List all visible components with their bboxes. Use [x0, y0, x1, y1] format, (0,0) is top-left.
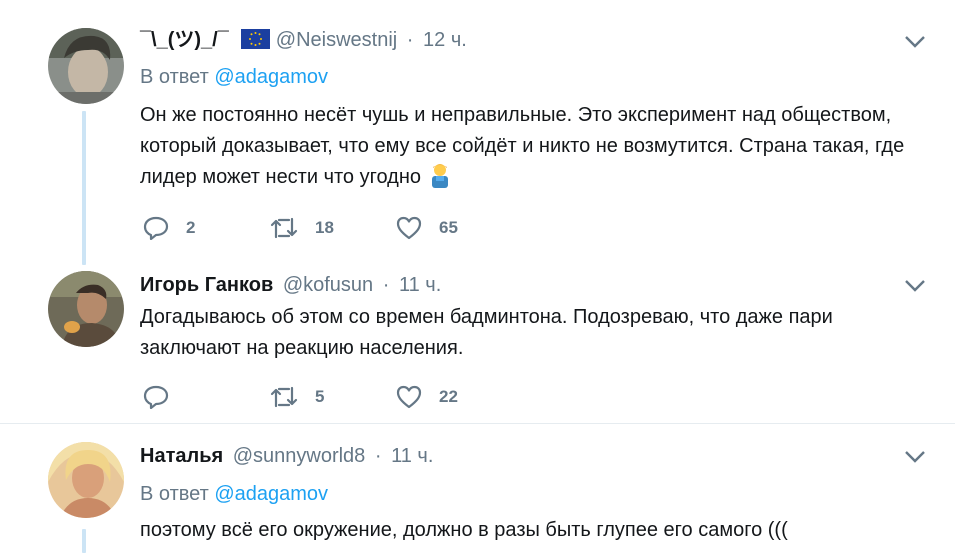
display-name[interactable]: Игорь Ганков: [140, 274, 273, 296]
reply-mention[interactable]: @adagamov: [214, 66, 328, 88]
tweet-1[interactable]: ¯\_(ツ)_/¯ @Neiswestnij · 12 ч. В ответ @…: [0, 0, 955, 265]
timestamp[interactable]: 12 ч.: [423, 29, 467, 51]
tweet-header: Игорь Ганков @kofusun · 11 ч.: [140, 273, 441, 297]
tweet-text-content: Он же постоянно несёт чушь и неправильны…: [140, 104, 905, 188]
chevron-down-icon[interactable]: [904, 35, 926, 49]
tweet-2[interactable]: Игорь Ганков @kofusun · 11 ч. Догадываюс…: [0, 265, 955, 423]
like-button[interactable]: 65: [396, 215, 458, 241]
thread-line: [82, 529, 86, 553]
reply-icon: [143, 216, 169, 240]
reply-button[interactable]: 2: [143, 215, 195, 241]
separator-dot: ·: [406, 29, 414, 51]
like-count: 22: [439, 387, 458, 406]
avatar[interactable]: [48, 442, 124, 518]
handle[interactable]: @Neiswestnij: [276, 29, 397, 51]
tweet-text: Он же постоянно несёт чушь и неправильны…: [140, 100, 930, 193]
reply-prefix: В ответ: [140, 483, 209, 505]
timestamp[interactable]: 11 ч.: [391, 445, 433, 467]
tweet-text: Догадываюсь об этом со времен бадминтона…: [140, 302, 930, 364]
timestamp[interactable]: 11 ч.: [399, 274, 441, 296]
avatar[interactable]: [48, 271, 124, 347]
man-farmer-emoji-icon: [432, 164, 448, 188]
tweet-text-content: поэтому всё его окружение, должно в разы…: [140, 519, 788, 541]
tweet-header: Наталья @sunnyworld8 · 11 ч.: [140, 444, 433, 468]
like-button[interactable]: 22: [396, 384, 458, 410]
tweet-text-content: Догадываюсь об этом со времен бадминтона…: [140, 306, 833, 359]
display-name[interactable]: ¯\_(ツ)_/¯: [140, 29, 229, 51]
reply-prefix: В ответ: [140, 66, 209, 88]
chevron-down-icon[interactable]: [904, 450, 926, 464]
reply-mention[interactable]: @adagamov: [214, 483, 328, 505]
eu-flag-icon: [240, 29, 270, 49]
retweet-count: 5: [315, 387, 325, 406]
chevron-down-icon[interactable]: [904, 279, 926, 293]
tweet-text: поэтому всё его окружение, должно в разы…: [140, 515, 930, 546]
handle[interactable]: @sunnyworld8: [233, 445, 366, 467]
handle[interactable]: @kofusun: [283, 274, 373, 296]
reply-count: 2: [186, 218, 196, 237]
avatar[interactable]: [48, 28, 124, 104]
retweet-button[interactable]: 18: [270, 215, 334, 241]
separator-dot: ·: [382, 274, 390, 296]
thread-line: [82, 111, 86, 265]
like-count: 65: [439, 218, 458, 237]
retweet-button[interactable]: 5: [270, 384, 324, 410]
reply-context: В ответ @adagamov: [140, 65, 328, 89]
tweet-3[interactable]: Наталья @sunnyworld8 · 11 ч. В ответ @ad…: [0, 424, 955, 553]
reply-button[interactable]: [143, 384, 186, 410]
display-name[interactable]: Наталья: [140, 445, 223, 467]
reply-icon: [143, 385, 169, 409]
tweet-header: ¯\_(ツ)_/¯ @Neiswestnij · 12 ч.: [140, 28, 467, 52]
heart-icon: [396, 385, 422, 409]
retweet-count: 18: [315, 218, 334, 237]
retweet-icon: [270, 217, 298, 239]
retweet-icon: [270, 386, 298, 408]
heart-icon: [396, 216, 422, 240]
separator-dot: ·: [374, 445, 382, 467]
reply-context: В ответ @adagamov: [140, 482, 328, 506]
